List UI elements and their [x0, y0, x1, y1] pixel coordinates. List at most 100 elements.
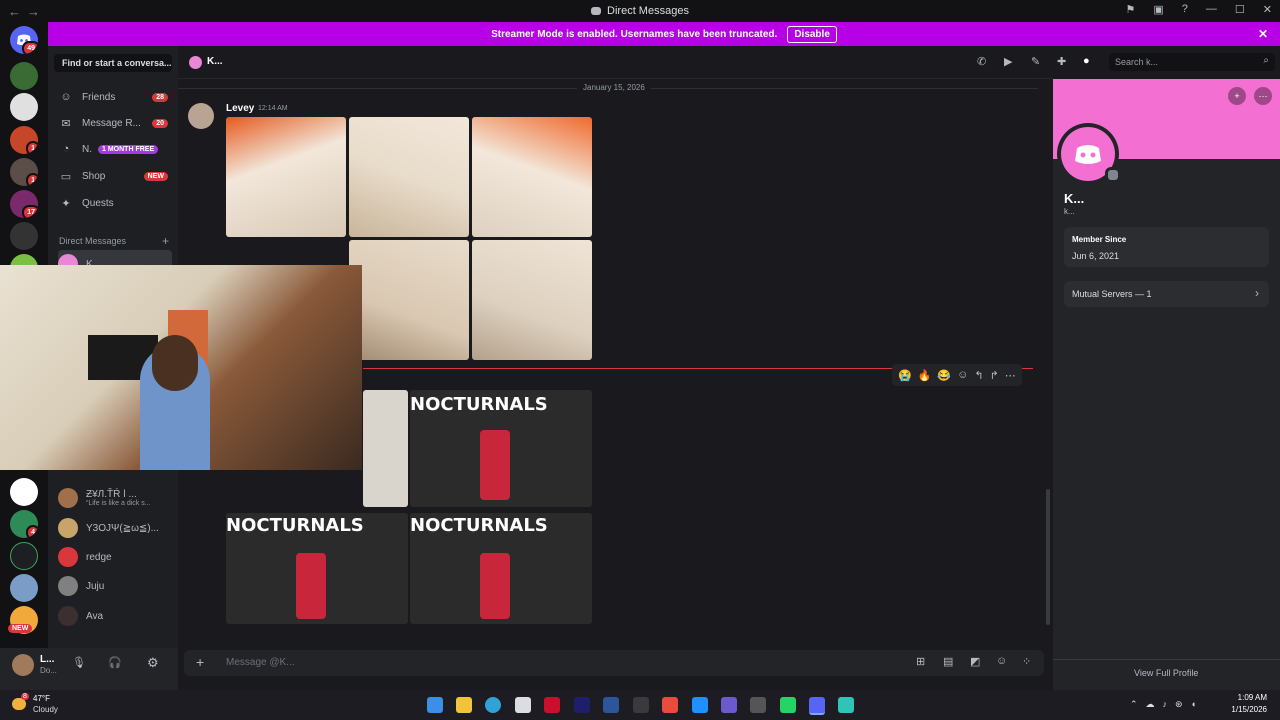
discord-taskbar-icon[interactable] [809, 697, 825, 715]
view-full-profile-link[interactable]: View Full Profile [1134, 668, 1198, 678]
app-icon[interactable] [633, 697, 649, 713]
attachment-image[interactable] [349, 240, 469, 360]
inbox-flag-icon[interactable]: ⚑ [1126, 3, 1136, 16]
shop-new-badge: NEW [143, 171, 168, 181]
avatar [58, 606, 78, 626]
user-name: L... [40, 654, 55, 665]
voice-call-icon[interactable]: ✆ [977, 55, 986, 68]
dm-item[interactable]: Ava [58, 602, 172, 630]
gift-icon[interactable]: ⊞ [916, 655, 925, 668]
mcafee-icon[interactable] [544, 697, 560, 713]
dm-item[interactable]: Y3OJΨ(≧ω≦)... [58, 514, 172, 542]
reaction-laughing-icon[interactable]: 😂 [937, 369, 951, 382]
disable-streamer-button[interactable]: Disable [787, 25, 837, 43]
edge-browser-icon[interactable] [485, 697, 501, 713]
app-icon[interactable] [662, 697, 678, 713]
scrollbar[interactable] [1046, 489, 1050, 625]
new-servers-badge: NEW [8, 624, 33, 633]
microphone-icon[interactable]: 🎙 [72, 656, 86, 669]
gif-attachment[interactable]: NOCTURNALS [410, 513, 592, 624]
nav-nitro[interactable]: ◔ N. 1 MONTH FREE [58, 138, 172, 160]
webcam-overlay [0, 265, 362, 470]
nav-message-requests[interactable]: ✉ Message R... 20 [58, 112, 172, 134]
calculator-icon[interactable] [750, 697, 766, 713]
store-icon[interactable] [515, 697, 531, 713]
emoji-icon[interactable]: ☺ [996, 655, 1007, 667]
find-conversation-input[interactable]: Find or start a conversa... [54, 54, 172, 72]
server-icon[interactable] [10, 93, 38, 121]
clock-date[interactable]: 1/15/2026 [1225, 705, 1267, 714]
server-icon[interactable] [10, 574, 38, 602]
window-title: Direct Messages [0, 5, 1280, 17]
app-icon[interactable] [692, 697, 708, 713]
reaction-fire-icon[interactable]: 🔥 [918, 369, 932, 382]
settings-gear-icon[interactable]: ⚙ [147, 655, 159, 671]
user-avatar[interactable] [12, 654, 34, 676]
pinned-messages-icon[interactable]: ✎ [1031, 55, 1040, 68]
weather-badge: 8 [21, 693, 29, 700]
server-icon[interactable]: 1 [10, 158, 38, 186]
help-icon[interactable]: ? [1182, 3, 1188, 16]
attachment-image[interactable] [472, 117, 592, 237]
upload-plus-icon[interactable]: + [196, 654, 204, 670]
minimize-button[interactable]: — [1206, 3, 1217, 16]
maximize-button[interactable]: ☐ [1235, 3, 1245, 16]
search-icon: ⌕ [1263, 55, 1269, 66]
premiere-pro-icon[interactable] [574, 697, 590, 713]
app-icon[interactable] [721, 697, 737, 713]
user-profile-icon[interactable]: ● [1083, 55, 1090, 67]
inbox-icon[interactable]: ▣ [1153, 3, 1163, 16]
gif-icon[interactable]: ▤ [943, 655, 953, 668]
message-author[interactable]: Levey [226, 103, 254, 114]
more-options-icon[interactable]: ⋯ [1254, 87, 1272, 105]
forward-icon[interactable]: ↱ [990, 369, 999, 382]
reaction-crying-icon[interactable]: 😭 [898, 369, 912, 382]
video-call-icon[interactable]: ▶ [1004, 55, 1012, 68]
sticker-icon[interactable]: ◩ [970, 655, 980, 668]
profile-panel: + ⋯ K... k... Member Since Jun 6, 2021 M… [1053, 79, 1280, 690]
attachment-image[interactable] [349, 117, 469, 237]
gif-attachment[interactable]: NOCTURNALS [410, 390, 592, 507]
gif-attachment[interactable]: NOCTURNALS [226, 513, 408, 624]
add-friends-to-dm-icon[interactable]: ✚ [1057, 55, 1066, 68]
clock-time[interactable]: 1:09 AM [1225, 693, 1267, 702]
server-icon[interactable] [10, 222, 38, 250]
nav-quests[interactable]: ✦ Quests [58, 192, 172, 214]
close-banner-icon[interactable]: ✕ [1258, 27, 1268, 41]
headphones-icon[interactable]: 🎧 [108, 656, 122, 669]
server-icon[interactable]: 4 [10, 510, 38, 538]
gif-attachment[interactable] [363, 390, 408, 507]
nav-shop[interactable]: ▭ Shop NEW [58, 165, 172, 187]
server-icon[interactable]: 17 [10, 190, 38, 218]
dm-item[interactable]: Juju [58, 572, 172, 600]
create-dm-icon[interactable]: + [162, 234, 169, 248]
server-icon[interactable] [10, 478, 38, 506]
weather-desc: Cloudy [33, 705, 58, 714]
app-icon[interactable] [780, 697, 796, 713]
mutual-servers-row[interactable]: Mutual Servers — 1 › [1064, 281, 1269, 307]
more-options-icon[interactable]: ⋯ [1005, 369, 1016, 382]
reply-icon[interactable]: ↰ [974, 369, 983, 382]
apps-icon[interactable]: ⁘ [1022, 655, 1031, 668]
file-explorer-icon[interactable] [456, 697, 472, 713]
dm-item[interactable]: redge [58, 543, 172, 571]
message-composer: + Message @K... ⊞ ▤ ◩ ☺ ⁘ [184, 650, 1044, 676]
search-input[interactable]: Search k... ⌕ [1109, 53, 1275, 71]
notepad-icon[interactable] [838, 697, 854, 713]
add-friend-icon[interactable]: + [1228, 87, 1246, 105]
attachment-image[interactable] [226, 117, 346, 237]
home-button[interactable]: 49 [10, 26, 38, 54]
close-window-button[interactable]: ✕ [1263, 3, 1272, 16]
author-avatar[interactable] [188, 103, 214, 129]
message-input[interactable]: Message @K... [226, 657, 295, 668]
attachment-image[interactable] [472, 240, 592, 360]
start-button-icon[interactable] [427, 697, 443, 713]
nav-friends[interactable]: ☺ Friends 28 [58, 86, 172, 108]
word-icon[interactable] [603, 697, 619, 713]
system-tray-icons[interactable]: ⌃☁♪⊛◖ [1130, 699, 1204, 710]
server-icon[interactable] [10, 542, 38, 570]
add-reaction-icon[interactable]: ☺ [957, 369, 968, 381]
server-icon[interactable] [10, 62, 38, 90]
dm-item[interactable]: Ƶ¥Л.ŤŔ ǀ ... “Life is like a dick s... [58, 484, 172, 512]
server-icon[interactable]: 1 [10, 126, 38, 154]
